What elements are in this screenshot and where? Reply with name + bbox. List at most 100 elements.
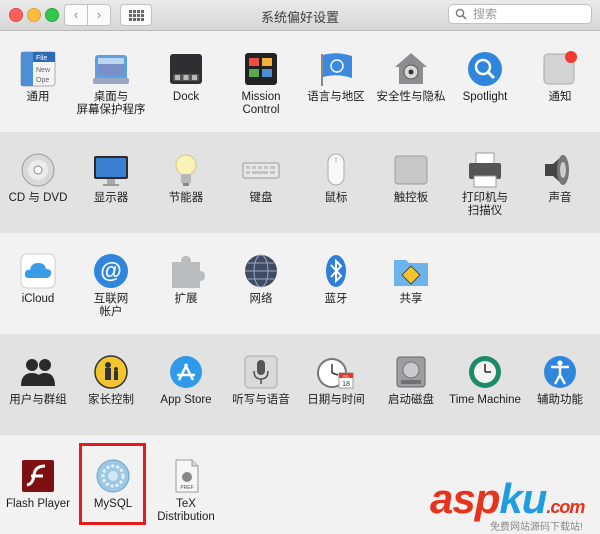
svg-text:Ope: Ope [36,77,49,84]
svg-text:File: File [36,55,47,62]
pref-app-store[interactable]: App Store [148,353,224,407]
pref-trackpad[interactable]: 触控板 [373,151,449,205]
pref-label: Mission Control [241,91,281,116]
speaker-icon [541,151,579,189]
pref-label: 节能器 [168,192,204,204]
pref-users-groups[interactable]: 用户与群组 [0,353,76,407]
pref-mission-control[interactable]: Mission Control [223,50,299,117]
search-field[interactable] [448,4,592,24]
pref-date-time[interactable]: JUL 18 日期与时间 [298,353,374,407]
pref-accessibility[interactable]: 辅助功能 [522,353,598,407]
svg-text:JUL: JUL [342,374,350,379]
pref-label: 互联网 帐户 [93,293,129,318]
pref-energy-saver[interactable]: 节能器 [148,151,224,205]
pref-label: Flash Player [6,498,70,510]
pref-displays[interactable]: 显示器 [73,151,149,205]
pref-internet-accounts[interactable]: @ 互联网 帐户 [73,252,149,319]
keyboard-icon [242,151,280,189]
svg-text:@: @ [100,258,121,283]
folder-sign-icon [392,252,430,290]
tex-pref-icon: PREF [167,457,205,495]
pref-startup-disk[interactable]: 启动磁盘 [373,353,449,407]
printer-icon [466,151,504,189]
pref-cd-dvd[interactable]: CD 与 DVD [0,151,76,205]
pref-label: 用户与群组 [9,394,67,406]
pref-label: 键盘 [249,192,273,204]
svg-text:18: 18 [342,381,350,388]
pref-label: Dock [172,91,200,103]
watermark-subtitle: 免费网站源码下载站! [490,522,583,533]
dock-icon [167,50,205,88]
pref-label: App Store [160,394,212,406]
pref-label: Time Machine [449,394,521,406]
general-icon: File New Ope [19,50,57,88]
pref-label: 日期与时间 [307,394,365,406]
users-icon [19,353,57,391]
pref-desktop-screensaver[interactable]: 桌面与 屏幕保护程序 [73,50,149,117]
pref-dock[interactable]: Dock [148,50,224,104]
parental-icon [92,353,130,391]
pref-sharing[interactable]: 共享 [373,252,449,306]
pref-label: 共享 [399,293,423,305]
puzzle-icon [167,252,205,290]
section-hardware: CD 与 DVD 显示器 节能器 键盘 鼠标 触控板 打印机与 扫描仪 声音 [0,132,600,233]
pref-language-region[interactable]: 语言与地区 [298,50,374,104]
hard-disk-icon [392,353,430,391]
pref-label: 网络 [249,293,273,305]
mysql-highlight-box [79,443,146,525]
pref-label: 触控板 [393,192,429,204]
pref-parental-controls[interactable]: 家长控制 [73,353,149,407]
section-system: 用户与群组 家长控制 App Store 听写与语音 JUL 18 日期与时间 … [0,334,600,435]
pref-label: 显示器 [93,192,129,204]
app-store-icon [167,353,205,391]
pref-sound[interactable]: 声音 [522,151,598,205]
pref-printers-scanners[interactable]: 打印机与 扫描仪 [447,151,523,218]
pref-general[interactable]: File New Ope 通用 [0,50,76,104]
pref-label: 通用 [26,91,50,103]
pref-bluetooth[interactable]: 蓝牙 [298,252,374,306]
pref-network[interactable]: 网络 [223,252,299,306]
pref-label: 通知 [548,91,572,103]
svg-text:New: New [36,67,51,74]
pref-icloud[interactable]: iCloud [0,252,76,306]
search-icon [455,8,467,20]
pref-tex-distribution[interactable]: PREF TeX Distribution [148,457,224,524]
notification-icon [541,50,579,88]
pref-label: 安全性与隐私 [376,91,446,103]
pref-label: Spotlight [462,91,508,103]
section-internet: iCloud @ 互联网 帐户 扩展 网络 蓝牙 共享 [0,233,600,334]
pref-label: 辅助功能 [537,394,583,406]
pref-label: 家长控制 [88,394,134,406]
at-sign-icon: @ [92,252,130,290]
accessibility-icon [541,353,579,391]
pref-extensions[interactable]: 扩展 [148,252,224,306]
pref-keyboard[interactable]: 键盘 [223,151,299,205]
search-input[interactable] [471,6,585,22]
pref-label: 启动磁盘 [388,394,434,406]
pref-label: 扩展 [174,293,198,305]
pref-time-machine[interactable]: Time Machine [447,353,523,407]
globe-icon [242,252,280,290]
pref-label: 听写与语音 [232,394,290,406]
bluetooth-icon [317,252,355,290]
lightbulb-icon [167,151,205,189]
disc-icon [19,151,57,189]
pref-mouse[interactable]: 鼠标 [298,151,374,205]
mission-control-icon [242,50,280,88]
cloud-icon [19,252,57,290]
microphone-icon [242,353,280,391]
title-bar: ‹ › 系统偏好设置 [0,0,600,31]
pref-label: TeX Distribution [157,498,215,523]
watermark: aspku.com 免费网站源码下载站! [430,478,600,534]
pref-spotlight[interactable]: Spotlight [447,50,523,104]
monitor-icon [92,151,130,189]
pref-notifications[interactable]: 通知 [522,50,598,104]
trackpad-icon [392,151,430,189]
clock-calendar-icon: JUL 18 [317,353,355,391]
pref-dictation-speech[interactable]: 听写与语音 [223,353,299,407]
pref-label: CD 与 DVD [8,192,68,204]
pref-flash-player[interactable]: Flash Player [0,457,76,511]
pref-security-privacy[interactable]: 安全性与隐私 [373,50,449,104]
mouse-icon [317,151,355,189]
svg-text:PREF: PREF [180,485,193,491]
